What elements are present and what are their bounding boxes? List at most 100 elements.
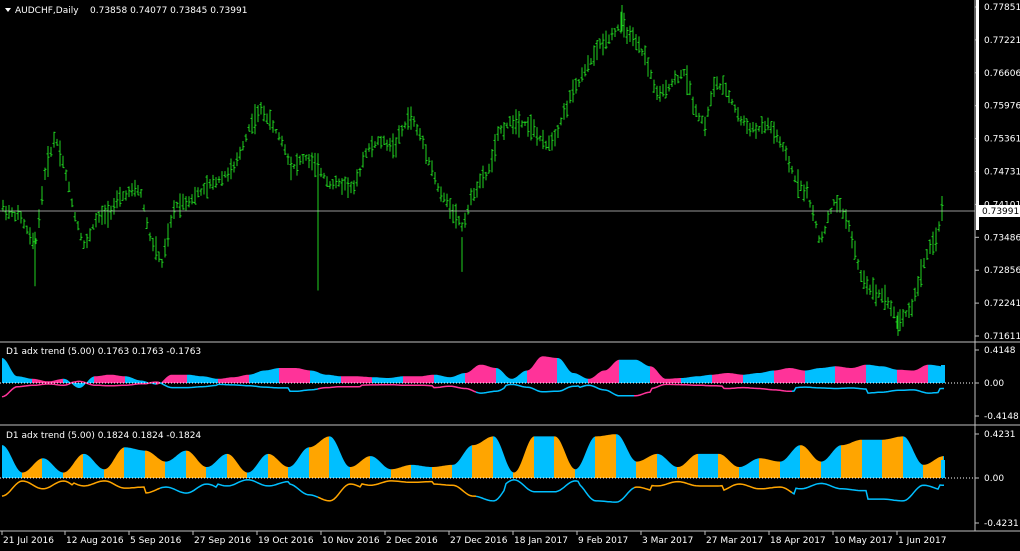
price-bar bbox=[13, 211, 17, 222]
price-bar bbox=[616, 24, 620, 31]
price-bar bbox=[889, 300, 893, 317]
indicator-area bbox=[557, 358, 588, 383]
price-bar bbox=[415, 123, 419, 136]
indicator1-axis: 0.4148 0.00 -0.4148 bbox=[975, 346, 1019, 422]
price-bar bbox=[706, 106, 710, 117]
price-bar bbox=[856, 258, 860, 270]
indicator-area bbox=[677, 453, 698, 478]
price-bar bbox=[406, 107, 410, 130]
time-tick-label: 10 Nov 2016 bbox=[322, 536, 380, 546]
price-bar bbox=[73, 212, 77, 222]
indicator-area bbox=[63, 376, 94, 388]
price-bar bbox=[793, 175, 797, 183]
price-bar bbox=[247, 124, 251, 132]
price-bar bbox=[283, 144, 287, 156]
price-bar bbox=[253, 104, 257, 135]
price-bar bbox=[523, 121, 527, 127]
scroll-marker[interactable] bbox=[976, 0, 979, 230]
price-bar bbox=[436, 183, 440, 192]
time-tick-label: 18 Apr 2017 bbox=[770, 536, 826, 546]
price-bar bbox=[250, 113, 254, 134]
price-bar bbox=[133, 179, 137, 197]
price-tick-label: 0.73486 bbox=[984, 233, 1020, 243]
price-bar bbox=[934, 227, 938, 252]
price-bar bbox=[562, 103, 566, 120]
indicator-area bbox=[650, 366, 681, 383]
price-bar bbox=[355, 169, 359, 187]
price-bar bbox=[244, 133, 248, 142]
price-bar bbox=[322, 172, 326, 179]
price-bar bbox=[808, 199, 812, 208]
price-bar bbox=[169, 214, 173, 228]
price-bar bbox=[226, 167, 230, 182]
price-bar bbox=[238, 146, 242, 160]
price-bar bbox=[574, 77, 578, 94]
time-tick-label: 27 Dec 2016 bbox=[450, 536, 508, 546]
price-bar bbox=[187, 196, 191, 208]
indicator-area bbox=[616, 434, 636, 478]
dropdown-icon[interactable] bbox=[5, 8, 11, 12]
price-bar bbox=[46, 146, 50, 177]
indicator-area bbox=[32, 378, 63, 383]
indicator-area bbox=[206, 453, 227, 478]
price-bar bbox=[142, 204, 146, 212]
price-bar bbox=[271, 120, 275, 133]
price-tick-label: 0.72241 bbox=[984, 299, 1020, 309]
price-bar bbox=[79, 232, 83, 241]
price-bar bbox=[49, 146, 53, 157]
price-bar bbox=[28, 227, 32, 245]
price-bar bbox=[760, 116, 764, 134]
price-bar bbox=[346, 177, 350, 198]
indicator-area bbox=[83, 453, 104, 478]
price-bar bbox=[148, 232, 152, 242]
price-bar bbox=[610, 27, 614, 41]
chart-terminal[interactable]: AUDCHF,Daily 0.73858 0.74077 0.73845 0.7… bbox=[0, 0, 1020, 551]
price-bar bbox=[538, 135, 542, 142]
time-tick-label: 1 Jun 2017 bbox=[898, 536, 946, 546]
price-bar bbox=[502, 122, 506, 141]
indicator-line bbox=[633, 480, 793, 494]
price-bar bbox=[649, 69, 653, 80]
indicator-area bbox=[862, 439, 882, 478]
price-bar bbox=[466, 204, 470, 215]
indicator-area bbox=[329, 436, 350, 478]
time-tick-label: 21 Jul 2016 bbox=[3, 536, 54, 546]
price-bar bbox=[724, 82, 728, 98]
indicator-area bbox=[465, 364, 496, 383]
price-bar bbox=[703, 116, 707, 137]
indicator-area bbox=[432, 464, 452, 478]
price-bar bbox=[910, 298, 914, 317]
price-bar bbox=[754, 122, 758, 139]
indicator-area bbox=[882, 436, 903, 478]
price-bar bbox=[331, 179, 335, 190]
price-bar bbox=[454, 203, 458, 229]
price-bar bbox=[823, 225, 827, 235]
price-bar bbox=[919, 259, 923, 288]
price-bar bbox=[901, 309, 905, 327]
chart-canvas[interactable]: AUDCHF,Daily 0.73858 0.74077 0.73845 0.7… bbox=[0, 0, 1020, 551]
price-bar bbox=[505, 122, 509, 129]
price-bar bbox=[58, 140, 62, 167]
price-bar bbox=[373, 141, 377, 148]
price-bar bbox=[412, 116, 416, 127]
price-bar bbox=[100, 205, 104, 225]
indicator-area bbox=[774, 368, 805, 383]
time-tick-label: 18 Jan 2017 bbox=[514, 536, 568, 546]
price-bar bbox=[676, 75, 680, 84]
price-bar bbox=[445, 193, 449, 208]
price-bar bbox=[67, 181, 71, 193]
price-bar bbox=[229, 158, 233, 180]
indicator-area bbox=[2, 445, 22, 478]
price-bar bbox=[451, 204, 455, 224]
price-bar bbox=[430, 160, 434, 177]
indicator-tick-label: 0.4231 bbox=[984, 430, 1016, 440]
price-bars bbox=[1, 5, 944, 336]
price-bar bbox=[535, 127, 539, 146]
indicator-area bbox=[452, 445, 472, 478]
price-bar bbox=[853, 240, 857, 260]
price-bar bbox=[274, 128, 278, 134]
price-bar bbox=[484, 171, 488, 181]
price-bar bbox=[457, 215, 461, 226]
indicator-area bbox=[595, 434, 616, 478]
price-bar bbox=[88, 228, 92, 242]
